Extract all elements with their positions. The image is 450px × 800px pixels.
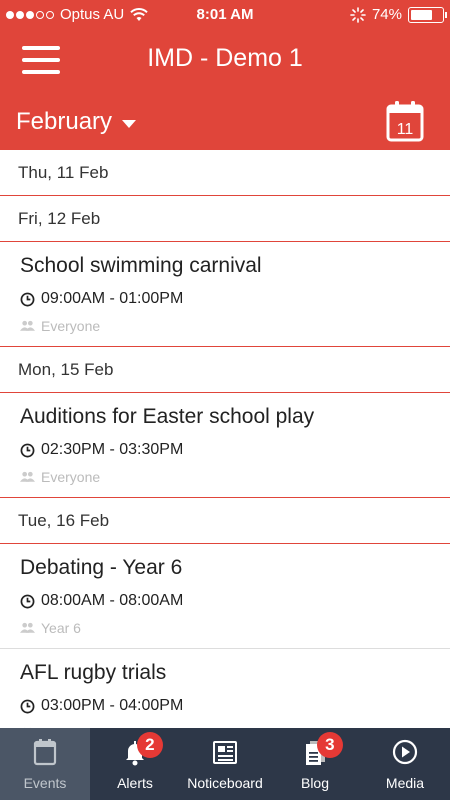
- event-item[interactable]: AFL rugby trials03:00PM - 04:00PMYear 5 …: [0, 649, 450, 728]
- tab-noticeboard[interactable]: Noticeboard: [180, 728, 270, 800]
- play-icon: [392, 739, 418, 765]
- battery-percent: 74%: [371, 6, 402, 23]
- event-time: 08:00AM - 08:00AM: [41, 592, 184, 609]
- tab-alerts[interactable]: Alerts 2: [90, 728, 180, 800]
- day-header: Fri, 12 Feb: [0, 196, 450, 242]
- tab-label: Media: [385, 775, 425, 791]
- event-item[interactable]: School swimming carnival 09:00AM - 01:00P…: [0, 242, 450, 347]
- month-selector[interactable]: February: [16, 108, 137, 136]
- event-title: School swimming carnival: [20, 254, 262, 277]
- bottom-tab-bar: Events Alerts 2 Noticeboard Blog 3 Media: [0, 728, 450, 800]
- caret-down-icon: [122, 120, 137, 128]
- event-audience: Year 6: [41, 620, 81, 636]
- tab-label: Blog: [300, 775, 330, 791]
- tab-label: Events: [23, 775, 67, 791]
- people-icon: [20, 622, 35, 633]
- event-item[interactable]: Debating - Year 6 08:00AM - 08:00AM Year 6: [0, 544, 450, 649]
- event-time: 02:30PM - 03:30PM: [41, 441, 184, 458]
- tab-blog[interactable]: Blog 3: [270, 728, 360, 800]
- clock-icon: [20, 292, 35, 306]
- app-bar: IMD - Demo 1: [0, 30, 450, 90]
- tab-label: Alerts: [117, 775, 153, 791]
- event-audience: Everyone: [41, 469, 101, 485]
- loading-spinner-icon: [350, 6, 366, 23]
- day-header: Tue, 16 Feb: [0, 498, 450, 544]
- newspaper-icon: [213, 741, 237, 764]
- calendar-day-number: 11: [397, 121, 414, 138]
- notification-badge: 3: [316, 732, 343, 758]
- event-list[interactable]: Thu, 11 Feb Fri, 12 Feb School swimming ca…: [0, 150, 450, 728]
- event-title: AFL rugby trials: [20, 661, 167, 684]
- calendar-icon: [33, 739, 57, 766]
- notification-badge: 2: [136, 732, 163, 758]
- day-header: Mon, 15 Feb: [0, 347, 450, 393]
- people-icon: [20, 471, 35, 482]
- people-icon: [20, 320, 35, 331]
- clock-icon: [20, 443, 35, 457]
- month-label: February: [16, 108, 113, 135]
- calendar-today-button[interactable]: 11: [386, 100, 424, 142]
- day-header: Thu, 11 Feb: [0, 150, 450, 196]
- event-time: 09:00AM - 01:00PM: [41, 290, 184, 307]
- tab-media[interactable]: Media: [360, 728, 450, 800]
- event-time: 03:00PM - 04:00PM: [41, 697, 184, 714]
- clock-icon: [20, 594, 35, 608]
- tab-events[interactable]: Events: [0, 728, 90, 800]
- event-item[interactable]: Auditions for Easter school play 02:30PM …: [0, 393, 450, 498]
- event-title: Debating - Year 6: [20, 556, 183, 579]
- tab-label: Noticeboard: [187, 775, 263, 791]
- month-bar: February 11: [0, 90, 450, 150]
- status-bar: Optus AU 8:01 AM 74%: [0, 0, 450, 30]
- app-title: IMD - Demo 1: [147, 44, 303, 72]
- event-audience: Everyone: [41, 318, 101, 334]
- clock-icon: [20, 699, 35, 713]
- battery-icon: [408, 6, 447, 23]
- event-title: Auditions for Easter school play: [20, 405, 315, 428]
